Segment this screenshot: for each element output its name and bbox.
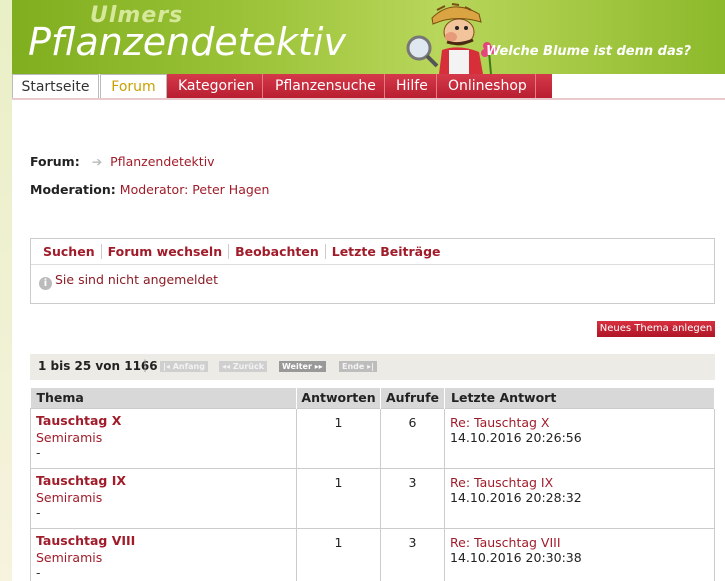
last-reply-link[interactable]: Re: Tauschtag X bbox=[450, 413, 709, 430]
topic-link[interactable]: Tauschtag VIII bbox=[36, 533, 291, 548]
topic-cell: Tauschtag IX Semiramis - bbox=[30, 467, 297, 529]
header-letzte-antwort[interactable]: Letzte Antwort bbox=[444, 388, 715, 408]
replies-cell: 1 bbox=[296, 527, 381, 581]
last-reply-cell: Re: Tauschtag IX 14.10.2016 20:28:32 bbox=[444, 467, 715, 529]
views-cell: 3 bbox=[380, 527, 445, 581]
switch-forum-link[interactable]: Forum wechseln bbox=[101, 244, 230, 259]
header-thema[interactable]: Thema bbox=[30, 388, 297, 408]
topic-cell: Tauschtag VIII Semiramis - bbox=[30, 527, 297, 581]
forum-tools-box: Suchen Forum wechseln Beobachten Letzte Bei… bbox=[30, 238, 715, 304]
last-reply-cell: Re: Tauschtag VIII 14.10.2016 20:30:38 bbox=[444, 527, 715, 581]
topic-link[interactable]: Tauschtag IX bbox=[36, 473, 291, 488]
last-reply-link[interactable]: Re: Tauschtag IX bbox=[450, 473, 709, 490]
latest-posts-link[interactable]: Letzte Beiträge bbox=[326, 244, 447, 259]
forum-tools-links: Suchen Forum wechseln Beobachten Letzte Bei… bbox=[31, 239, 714, 265]
detective-mascot-icon bbox=[406, 3, 497, 74]
table-row: Tauschtag IX Semiramis - 1 3 Re: Tauscht… bbox=[30, 467, 715, 529]
tab-onlineshop[interactable]: Onlineshop bbox=[440, 74, 536, 99]
header-banner: Ulmers Pflanzendetektiv Welche Blume ist… bbox=[12, 0, 725, 74]
last-reply-link[interactable]: Re: Tauschtag VIII bbox=[450, 533, 709, 550]
info-icon: i bbox=[39, 277, 52, 290]
table-row: Tauschtag X Semiramis - 1 6 Re: Tauschta… bbox=[30, 407, 715, 469]
forum-breadcrumb: Forum: ➔ Pflanzendetektiv bbox=[30, 154, 215, 169]
views-cell: 3 bbox=[380, 467, 445, 529]
left-background-strip bbox=[0, 0, 12, 581]
replies-cell: 1 bbox=[296, 407, 381, 469]
forum-label: Forum: bbox=[30, 154, 80, 169]
last-page-button[interactable]: Ende ▸| bbox=[339, 361, 378, 372]
topic-extra: - bbox=[36, 444, 41, 460]
page: Ulmers Pflanzendetektiv Welche Blume ist… bbox=[12, 0, 725, 581]
moderation-info: Moderation: Moderator: Peter Hagen bbox=[30, 182, 269, 197]
tab-kategorien[interactable]: Kategorien bbox=[170, 74, 264, 99]
next-page-button[interactable]: Weiter ▸▸ bbox=[279, 361, 326, 372]
forum-name-link[interactable]: Pflanzendetektiv bbox=[110, 154, 214, 169]
result-count: 1 bis 25 von 1166 bbox=[38, 359, 158, 373]
header-antworten[interactable]: Antworten bbox=[296, 388, 381, 408]
moderator-link[interactable]: Moderator: Peter Hagen bbox=[120, 182, 270, 197]
new-topic-button[interactable]: Neues Thema anlegen bbox=[597, 321, 715, 337]
author-link[interactable]: Semiramis bbox=[36, 430, 291, 445]
tab-forum[interactable]: Forum bbox=[100, 74, 167, 99]
tab-pflanzensuche[interactable]: Pflanzensuche bbox=[267, 74, 385, 99]
author-link[interactable]: Semiramis bbox=[36, 550, 291, 565]
tab-hilfe[interactable]: Hilfe bbox=[388, 74, 437, 99]
replies-cell: 1 bbox=[296, 467, 381, 529]
login-status: i Sie sind nicht angemeldet bbox=[31, 265, 714, 290]
table-header-row: Thema Antworten Aufrufe Letzte Antwort bbox=[30, 388, 715, 408]
nav-underline bbox=[12, 98, 725, 100]
topic-extra: - bbox=[36, 504, 41, 520]
topic-extra: - bbox=[36, 564, 41, 580]
last-reply-date: 14.10.2016 20:30:38 bbox=[450, 549, 582, 565]
tab-startseite[interactable]: Startseite bbox=[12, 74, 99, 99]
login-status-text: Sie sind nicht angemeldet bbox=[55, 272, 219, 287]
author-link[interactable]: Semiramis bbox=[36, 490, 291, 505]
main-navigation: Startseite Forum Kategorien Pflanzensuch… bbox=[12, 74, 725, 99]
arrow-right-icon: ➔ bbox=[91, 154, 103, 169]
watch-link[interactable]: Beobachten bbox=[229, 244, 326, 259]
last-reply-date: 14.10.2016 20:26:56 bbox=[450, 429, 582, 445]
table-row: Tauschtag VIII Semiramis - 1 3 Re: Tausc… bbox=[30, 527, 715, 581]
pagination-bar: 1 bis 25 von 1166 | |◂ Anfang ◂◂ Zurück … bbox=[30, 354, 715, 380]
moderation-label: Moderation: bbox=[30, 182, 116, 197]
last-reply-date: 14.10.2016 20:28:32 bbox=[450, 489, 582, 505]
header-aufrufe[interactable]: Aufrufe bbox=[380, 388, 445, 408]
pagination-separator: | bbox=[143, 358, 148, 372]
topics-table: Thema Antworten Aufrufe Letzte Antwort T… bbox=[30, 388, 715, 581]
previous-page-button: ◂◂ Zurück bbox=[219, 361, 268, 372]
topic-link[interactable]: Tauschtag X bbox=[36, 413, 291, 428]
views-cell: 6 bbox=[380, 407, 445, 469]
search-link[interactable]: Suchen bbox=[37, 244, 102, 259]
site-title[interactable]: Pflanzendetektiv bbox=[28, 20, 346, 64]
slogan: Welche Blume ist denn das? bbox=[485, 44, 691, 59]
topic-cell: Tauschtag X Semiramis - bbox=[30, 407, 297, 469]
last-reply-cell: Re: Tauschtag X 14.10.2016 20:26:56 bbox=[444, 407, 715, 469]
first-page-button: |◂ Anfang bbox=[160, 361, 208, 372]
